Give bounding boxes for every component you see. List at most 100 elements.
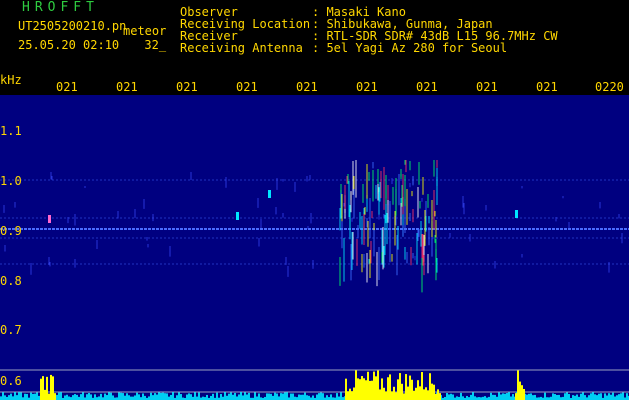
amplitude-bar [596,395,598,400]
y-tick: 1.1 [0,124,22,138]
amplitude-bar [318,393,320,400]
x-tick: 021 [536,80,558,94]
amplitude-peak [52,376,54,400]
amplitude-bar [452,394,454,400]
amplitude-bar [282,393,284,400]
amplitude-bar [322,393,324,400]
amplitude-bar [152,395,154,400]
amplitude-bar [168,396,170,400]
amplitude-bar [502,393,504,400]
amplitude-bar [582,392,584,400]
amplitude-bar [12,396,14,400]
amplitude-peak [349,388,351,400]
amplitude-bar [466,395,468,400]
amplitude-bar [448,394,450,400]
amplitude-peak [353,387,355,400]
amplitude-bar [142,393,144,400]
amplitude-bar [124,395,126,400]
amplitude-bar [584,395,586,400]
x-tick: 021 [356,80,378,94]
amplitude-bar [30,392,32,400]
amplitude-bar [246,394,248,400]
amplitude-peak [377,370,379,400]
amplitude-peak [40,378,42,400]
amplitude-bar [292,393,294,400]
amplitude-bar [554,394,556,400]
amplitude-bar [500,394,502,400]
amplitude-peak [361,376,363,400]
amplitude-bar [108,392,110,400]
amplitude-bar [512,394,514,400]
amplitude-bar [298,394,300,400]
amplitude-bar [504,393,506,400]
amplitude-peak [46,376,48,400]
amplitude-bar [272,395,274,400]
amplitude-bar [236,396,238,400]
amplitude-peak [345,378,347,400]
amplitude-peak [437,389,439,400]
amplitude-bar [94,394,96,400]
amplitude-bar [196,396,198,400]
amplitude-bar [592,392,594,400]
amplitude-peak [395,392,397,400]
amplitude-bar [510,396,512,400]
amplitude-bar [24,393,26,400]
amplitude-peak [519,381,521,400]
amplitude-peak [355,370,357,400]
amplitude-peak [413,390,415,400]
amplitude-peak [399,373,401,400]
amplitude-bar [278,396,280,400]
amplitude-peak [433,384,435,400]
amplitude-bar [276,393,278,400]
amplitude-bar [508,392,510,400]
amplitude-bar [340,392,342,400]
amplitude-bar [36,392,38,400]
amplitude-bar [74,394,76,400]
y-tick: 0.6 [0,374,22,388]
amplitude-bar [0,396,2,400]
amplitude-bar [198,392,200,400]
amplitude-bar [8,395,10,400]
amplitude-peak [373,371,375,400]
ping [48,215,51,223]
amplitude-bar [248,392,250,400]
amplitude-bar [144,395,146,400]
amplitude-bar [206,394,208,400]
amplitude-bar [16,395,18,400]
amplitude-bar [238,394,240,400]
amplitude-peak [421,372,423,400]
amplitude-bar [126,393,128,400]
amplitude-peak [357,378,359,400]
amplitude-bar [170,394,172,400]
x-tick: 021 [236,80,258,94]
amplitude-bar [138,394,140,400]
amplitude-bar [4,395,6,400]
y-unit-label: kHz [0,73,22,87]
amplitude-bar [244,392,246,400]
amplitude-peak [405,374,407,400]
amplitude-bar [56,394,58,400]
amplitude-bar [128,395,130,400]
amplitude-bar [490,392,492,400]
amplitude-bar [90,394,92,400]
amplitude-bar [498,392,500,400]
amplitude-bar [234,392,236,400]
amplitude-bar [134,395,136,400]
amplitude-bar [280,393,282,400]
amplitude-peak [429,373,431,400]
x-tick: 021 [416,80,438,94]
amplitude-bar [484,396,486,400]
amplitude-bar [608,393,610,400]
amplitude-bar [112,395,114,400]
amplitude-bar [210,395,212,400]
x-tick: 021 [56,80,78,94]
amplitude-bar [600,393,602,400]
amplitude-bar [80,394,82,400]
amplitude-bar [598,393,600,400]
amplitude-bar [68,396,70,400]
amplitude-bar [326,395,328,400]
amplitude-bar [230,392,232,400]
amplitude-peak [48,393,50,400]
y-tick: 0.9 [0,224,22,238]
amplitude-bar [64,395,66,400]
